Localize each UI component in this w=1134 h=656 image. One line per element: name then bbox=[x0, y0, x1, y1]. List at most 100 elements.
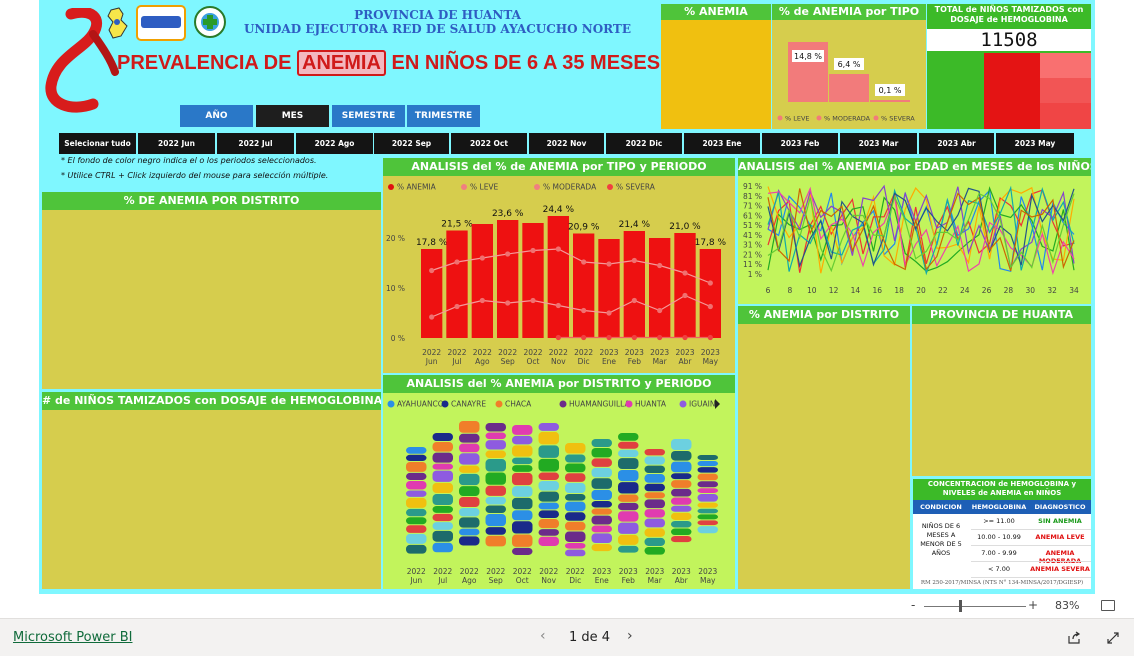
district-ribbon-segment[interactable] bbox=[591, 533, 613, 544]
district-ribbon-segment[interactable] bbox=[697, 455, 719, 460]
district-ribbon-segment[interactable] bbox=[432, 433, 454, 442]
district-ribbon-segment[interactable] bbox=[644, 483, 666, 492]
district-ribbon-segment[interactable] bbox=[459, 421, 480, 433]
series-point[interactable] bbox=[429, 267, 435, 274]
district-ribbon-segment[interactable] bbox=[671, 473, 692, 480]
district-ribbon-segment[interactable] bbox=[512, 465, 533, 472]
series-point[interactable] bbox=[631, 257, 637, 264]
district-ribbon-segment[interactable] bbox=[644, 449, 666, 456]
district-ribbon-segment[interactable] bbox=[406, 447, 427, 454]
period-button-trimestre[interactable]: TRIMESTRE bbox=[407, 105, 480, 127]
legend-next-icon[interactable] bbox=[715, 399, 720, 409]
district-ribbon-segment[interactable] bbox=[538, 423, 560, 431]
district-ribbon-segment[interactable] bbox=[406, 517, 427, 525]
district-ribbon-segment[interactable] bbox=[432, 542, 454, 553]
district-ribbon-segment[interactable] bbox=[618, 441, 639, 449]
district-ribbon-segment[interactable] bbox=[432, 494, 454, 506]
slicer-item-11[interactable]: 2023 Abr bbox=[919, 133, 994, 154]
district-ribbon-segment[interactable] bbox=[432, 442, 454, 452]
district-ribbon-segment[interactable] bbox=[485, 423, 507, 432]
anemia-bar[interactable] bbox=[699, 249, 721, 338]
series-point[interactable] bbox=[606, 334, 612, 341]
anemia-bar[interactable] bbox=[547, 216, 569, 338]
district-ribbon-segment[interactable] bbox=[618, 458, 639, 470]
district-ribbon-segment[interactable] bbox=[512, 497, 533, 510]
district-ribbon-segment[interactable] bbox=[591, 478, 613, 489]
district-ribbon-segment[interactable] bbox=[644, 518, 666, 528]
district-ribbon-segment[interactable] bbox=[459, 486, 480, 497]
series-point[interactable] bbox=[454, 303, 460, 310]
district-ribbon-segment[interactable] bbox=[459, 465, 480, 473]
district-ribbon-segment[interactable] bbox=[565, 463, 586, 473]
district-ribbon-segment[interactable] bbox=[671, 528, 692, 536]
district-ribbon-segment[interactable] bbox=[459, 528, 480, 536]
series-point[interactable] bbox=[479, 297, 485, 304]
series-point[interactable] bbox=[682, 270, 688, 276]
district-ribbon-segment[interactable] bbox=[591, 439, 613, 447]
district-ribbon-segment[interactable] bbox=[432, 530, 454, 542]
district-ribbon-segment[interactable] bbox=[591, 544, 613, 552]
district-ribbon-segment[interactable] bbox=[538, 480, 560, 491]
district-ribbon-segment[interactable] bbox=[512, 547, 533, 555]
district-ribbon-segment[interactable] bbox=[565, 531, 586, 542]
series-point[interactable] bbox=[505, 300, 511, 306]
slicer-item-9[interactable]: 2023 Feb bbox=[762, 133, 838, 154]
prev-page-icon[interactable]: ‹ bbox=[540, 628, 546, 644]
district-ribbon-segment[interactable] bbox=[591, 515, 613, 525]
district-ribbon-segment[interactable] bbox=[565, 473, 586, 482]
district-ribbon-segment[interactable] bbox=[565, 501, 586, 512]
series-point[interactable] bbox=[479, 255, 485, 261]
powerbi-link[interactable]: Microsoft Power BI bbox=[13, 630, 132, 645]
district-ribbon-segment[interactable] bbox=[671, 497, 692, 505]
district-ribbon-segment[interactable] bbox=[697, 473, 719, 481]
district-ribbon-segment[interactable] bbox=[644, 499, 666, 509]
district-ribbon-segment[interactable] bbox=[459, 453, 480, 465]
district-ribbon-segment[interactable] bbox=[538, 458, 560, 472]
district-ribbon-segment[interactable] bbox=[671, 480, 692, 488]
next-page-icon[interactable]: › bbox=[627, 628, 633, 644]
district-ribbon-segment[interactable] bbox=[565, 493, 586, 501]
slicer-item-1[interactable]: 2022 Jun bbox=[138, 133, 215, 154]
district-ribbon-segment[interactable] bbox=[459, 443, 480, 453]
district-ribbon-segment[interactable] bbox=[432, 482, 454, 494]
district-ribbon-segment[interactable] bbox=[538, 529, 560, 536]
district-ribbon-segment[interactable] bbox=[697, 526, 719, 534]
series-point[interactable] bbox=[631, 297, 637, 304]
district-ribbon-segment[interactable] bbox=[406, 472, 427, 480]
district-ribbon-segment[interactable] bbox=[485, 535, 507, 547]
district-ribbon-segment[interactable] bbox=[697, 481, 719, 488]
district-ribbon-segment[interactable] bbox=[671, 461, 692, 473]
series-point[interactable] bbox=[606, 310, 612, 316]
series-point[interactable] bbox=[707, 303, 713, 310]
slicer-item-8[interactable]: 2023 Ene bbox=[684, 133, 760, 154]
series-point[interactable] bbox=[429, 314, 435, 320]
district-ribbon-segment[interactable] bbox=[485, 432, 507, 440]
district-ribbon-segment[interactable] bbox=[432, 522, 454, 530]
district-ribbon-segment[interactable] bbox=[697, 488, 719, 493]
district-ribbon-segment[interactable] bbox=[671, 520, 692, 528]
district-ribbon-segment[interactable] bbox=[618, 433, 639, 441]
series-point[interactable] bbox=[530, 297, 536, 304]
anemia-bar[interactable] bbox=[623, 231, 645, 338]
series-point[interactable] bbox=[581, 334, 587, 341]
district-ribbon-segment[interactable] bbox=[618, 522, 639, 534]
district-ribbon-segment[interactable] bbox=[432, 506, 454, 513]
district-ribbon-segment[interactable] bbox=[512, 457, 533, 465]
period-button-semestre[interactable]: SEMESTRE bbox=[332, 105, 405, 127]
district-ribbon-segment[interactable] bbox=[406, 497, 427, 508]
district-ribbon-segment[interactable] bbox=[591, 447, 613, 458]
zoom-in-button[interactable]: + bbox=[1028, 598, 1038, 612]
district-ribbon-segment[interactable] bbox=[538, 445, 560, 458]
series-point[interactable] bbox=[707, 280, 713, 286]
district-ribbon-segment[interactable] bbox=[485, 440, 507, 450]
district-ribbon-segment[interactable] bbox=[697, 520, 719, 526]
district-ribbon-segment[interactable] bbox=[485, 485, 507, 496]
district-ribbon-segment[interactable] bbox=[459, 508, 480, 517]
series-point[interactable] bbox=[555, 246, 561, 252]
district-ribbon-segment[interactable] bbox=[406, 508, 427, 517]
share-icon[interactable] bbox=[1067, 631, 1081, 645]
district-ribbon-segment[interactable] bbox=[512, 445, 533, 457]
anemia-bar[interactable] bbox=[573, 233, 595, 339]
series-point[interactable] bbox=[606, 261, 612, 267]
district-ribbon-segment[interactable] bbox=[459, 497, 480, 508]
